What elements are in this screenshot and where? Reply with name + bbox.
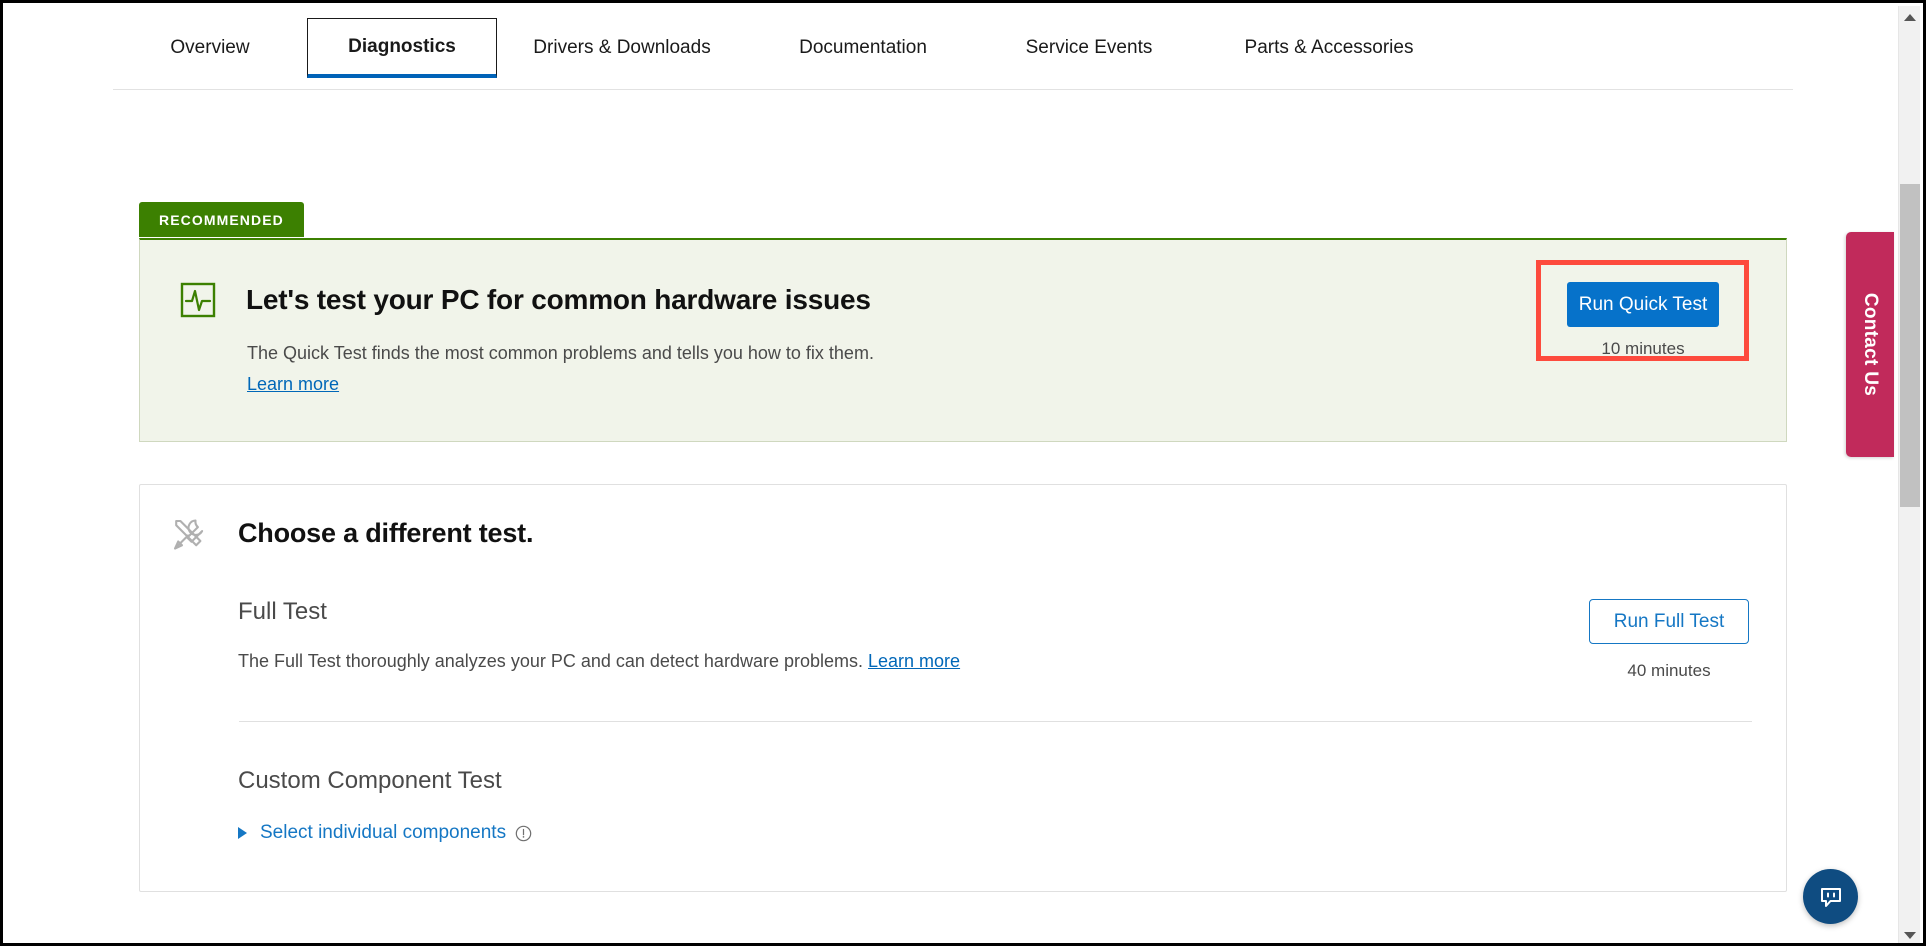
tab-diagnostics[interactable]: Diagnostics	[307, 18, 497, 78]
choose-different-test-title: Choose a different test.	[238, 518, 534, 548]
recommended-badge: RECOMMENDED	[139, 202, 304, 237]
full-test-description: The Full Test thoroughly analyzes your P…	[238, 651, 960, 672]
tab-list: Overview Diagnostics Drivers & Downloads…	[113, 18, 1459, 90]
recommended-title: Let's test your PC for common hardware i…	[246, 284, 871, 315]
run-quick-test-button[interactable]: Run Quick Test	[1567, 282, 1719, 327]
chevron-right-icon	[238, 827, 247, 839]
full-test-duration: 40 minutes	[1627, 661, 1711, 680]
tab-service-events-label: Service Events	[1025, 37, 1153, 58]
scrollbar-thumb[interactable]	[1900, 184, 1920, 507]
tab-service-events[interactable]: Service Events	[979, 18, 1199, 78]
scroll-down-arrow-icon[interactable]	[1899, 924, 1921, 943]
contact-us-tab[interactable]: Contact Us	[1846, 232, 1894, 457]
tab-drivers-downloads-label: Drivers & Downloads	[533, 37, 711, 58]
full-test-title: Full Test	[238, 598, 327, 625]
product-nav-tabs: Overview Diagnostics Drivers & Downloads…	[6, 6, 1900, 91]
page-viewport: Overview Diagnostics Drivers & Downloads…	[6, 6, 1900, 943]
section-divider	[239, 721, 1752, 722]
page-scrollbar[interactable]	[1898, 6, 1921, 943]
tab-overview[interactable]: Overview	[113, 18, 307, 78]
run-full-test-button[interactable]: Run Full Test	[1589, 599, 1749, 644]
tab-documentation-label: Documentation	[799, 37, 927, 58]
tab-drivers-downloads[interactable]: Drivers & Downloads	[497, 18, 747, 78]
browser-window: Overview Diagnostics Drivers & Downloads…	[0, 0, 1926, 946]
tab-documentation[interactable]: Documentation	[747, 18, 979, 78]
chat-bubble-button[interactable]	[1803, 869, 1858, 924]
recommended-description: The Quick Test finds the most common pro…	[247, 343, 874, 363]
tab-parts-accessories[interactable]: Parts & Accessories	[1199, 18, 1459, 78]
recommended-learn-more-link[interactable]: Learn more	[247, 374, 339, 395]
select-individual-components-row[interactable]: Select individual components	[238, 822, 532, 844]
scroll-up-arrow-icon[interactable]	[1899, 6, 1921, 28]
alert-circle-icon[interactable]	[515, 825, 532, 842]
recommended-card	[139, 238, 1787, 442]
full-test-description-text: The Full Test thoroughly analyzes your P…	[238, 651, 863, 671]
contact-us-label: Contact Us	[1860, 292, 1881, 397]
select-individual-components-label: Select individual components	[260, 822, 507, 843]
quick-test-duration: 10 minutes	[1601, 339, 1685, 358]
pulse-monitor-icon	[180, 282, 216, 318]
tools-icon	[168, 514, 210, 556]
tab-parts-accessories-label: Parts & Accessories	[1244, 37, 1414, 58]
full-test-learn-more-link[interactable]: Learn more	[868, 651, 960, 671]
chat-bubble-icon	[1820, 887, 1841, 907]
custom-component-test-title: Custom Component Test	[238, 767, 502, 794]
tab-overview-label: Overview	[170, 37, 250, 58]
tab-diagnostics-label: Diagnostics	[348, 35, 456, 57]
